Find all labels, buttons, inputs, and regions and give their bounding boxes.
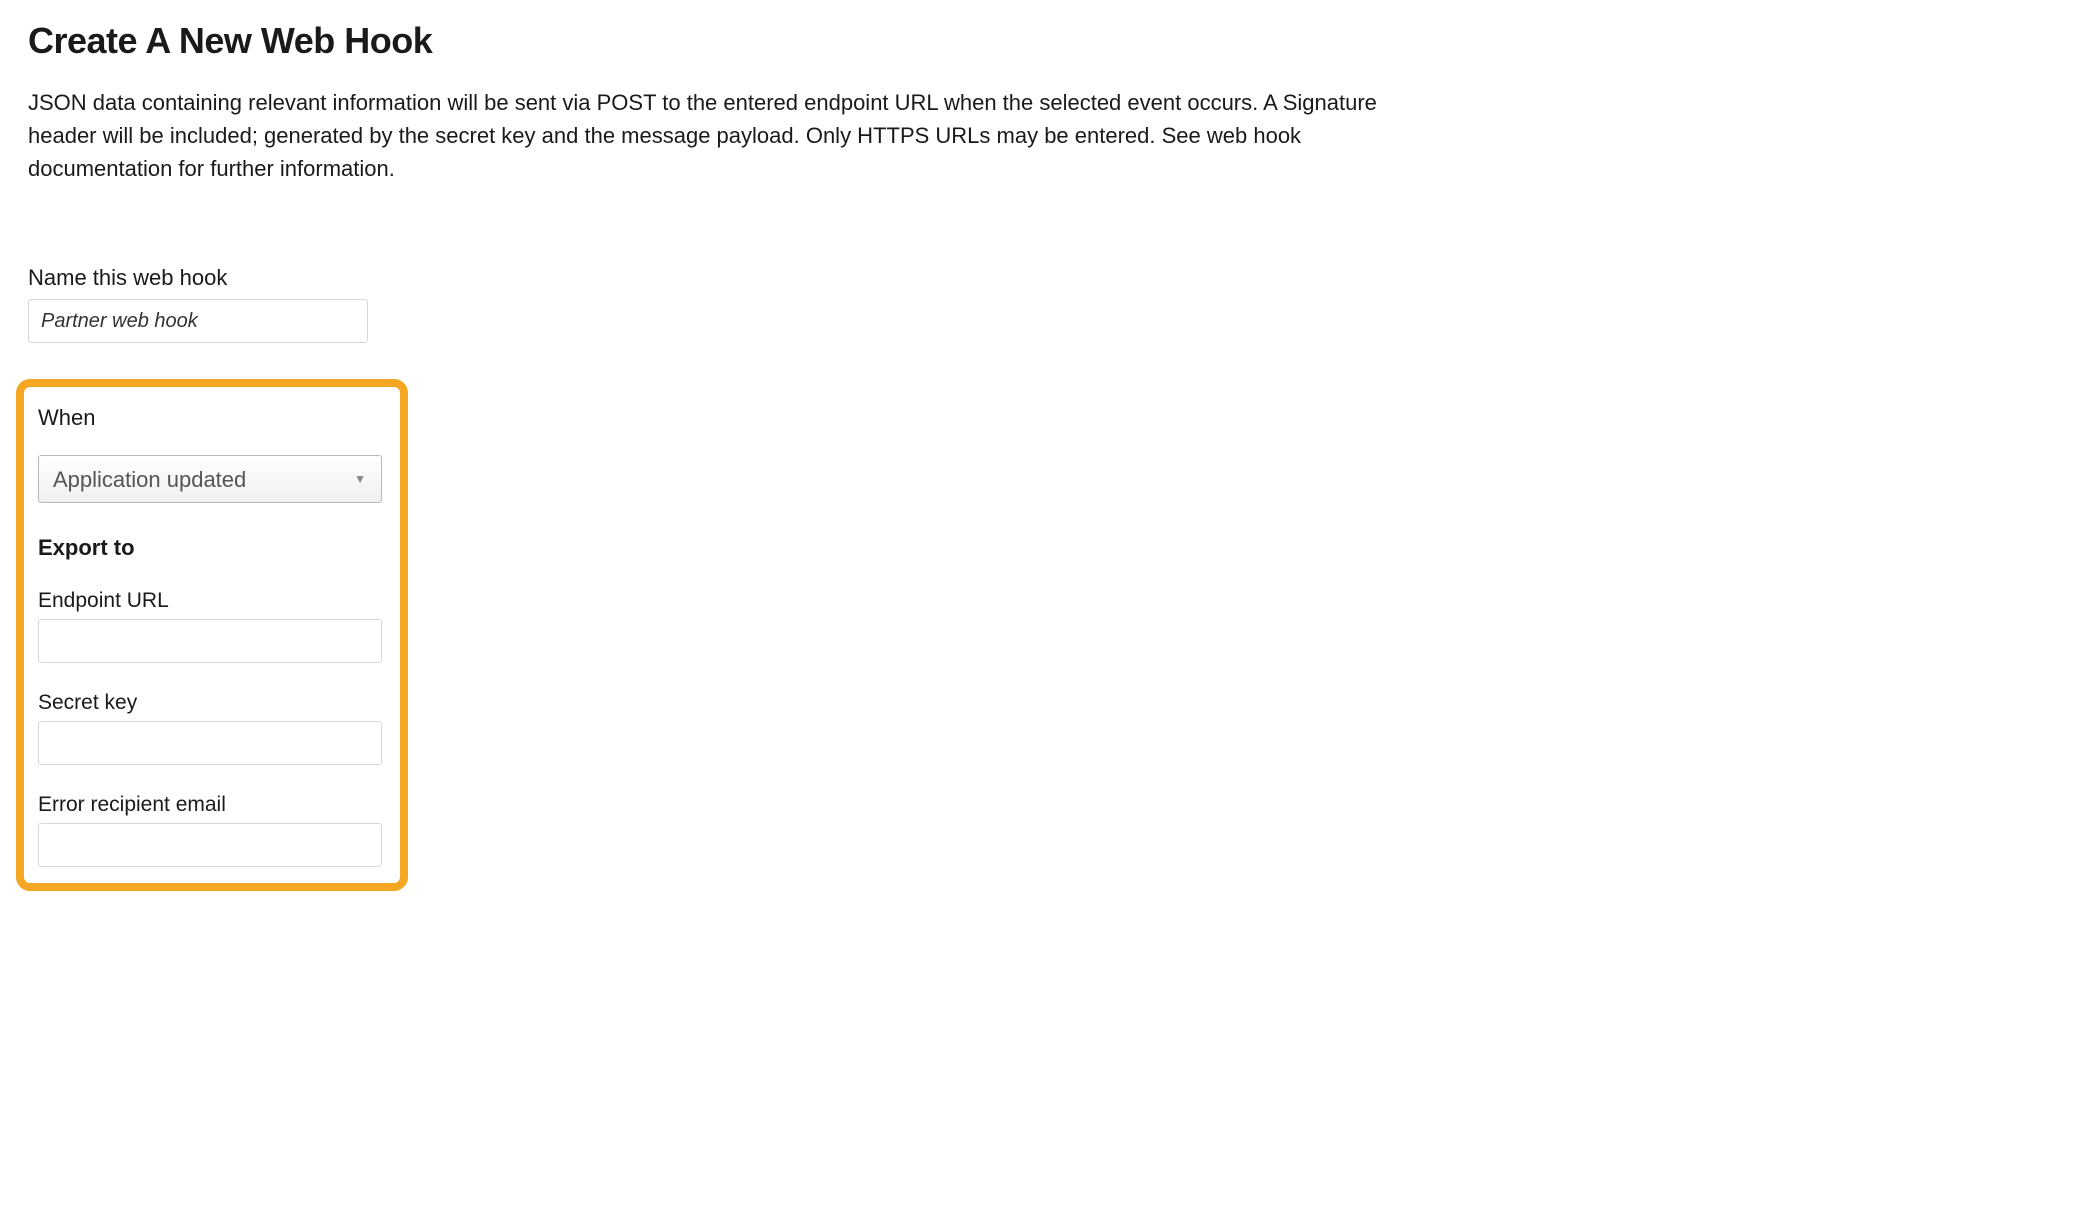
secret-key-input[interactable] xyxy=(38,721,382,765)
page-description: JSON data containing relevant informatio… xyxy=(28,86,1408,185)
endpoint-url-field-group: Endpoint URL xyxy=(28,589,386,663)
name-label: Name this web hook xyxy=(28,265,2058,291)
secret-key-field-group: Secret key xyxy=(28,691,386,765)
error-email-field-group: Error recipient email xyxy=(28,793,386,867)
highlight-box: When Application updated ▼ Export to End… xyxy=(16,379,408,891)
name-input[interactable] xyxy=(28,299,368,343)
when-label: When xyxy=(28,405,386,431)
when-select[interactable]: Application updated xyxy=(38,455,382,503)
export-to-label: Export to xyxy=(28,535,386,561)
endpoint-url-label: Endpoint URL xyxy=(38,589,386,613)
error-email-label: Error recipient email xyxy=(38,793,386,817)
error-email-input[interactable] xyxy=(38,823,382,867)
endpoint-url-input[interactable] xyxy=(38,619,382,663)
when-select-wrapper: Application updated ▼ xyxy=(38,455,382,503)
page-title: Create A New Web Hook xyxy=(28,20,2058,62)
name-field-group: Name this web hook xyxy=(28,265,2058,343)
secret-key-label: Secret key xyxy=(38,691,386,715)
